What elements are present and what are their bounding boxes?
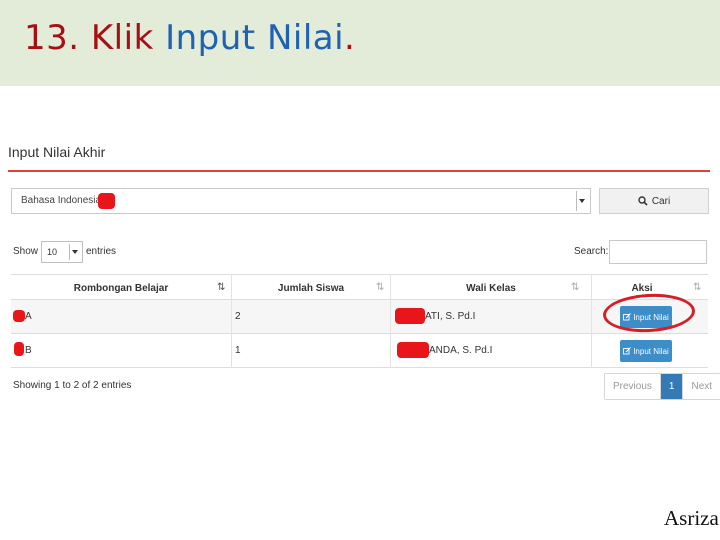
pagination: Previous 1 Next xyxy=(604,373,720,400)
input-nilai-label: Input Nilai xyxy=(633,346,669,356)
redaction-mark xyxy=(395,308,425,324)
search-icon xyxy=(638,196,648,206)
table-header-row: Rombongan Belajar ⇅ Jumlah Siswa ⇅ Wali … xyxy=(11,274,708,300)
title-period: . xyxy=(344,18,356,58)
edit-icon xyxy=(623,347,632,355)
instruction-verb: Klik xyxy=(90,18,154,58)
wali-cell: ATI, S. Pd.I xyxy=(425,311,476,322)
step-number: 13. xyxy=(24,18,80,58)
wali-cell: ANDA, S. Pd.I xyxy=(429,345,493,356)
table-row: B 1 ANDA, S. Pd.I Input Nilai xyxy=(11,334,708,368)
redaction-mark xyxy=(397,342,429,358)
pagination-next[interactable]: Next xyxy=(682,374,720,399)
jumlah-cell: 1 xyxy=(235,345,241,356)
rombel-cell: A xyxy=(25,311,32,322)
input-nilai-button[interactable]: Input Nilai xyxy=(620,340,672,362)
subject-select-value: Bahasa Indonesia - xyxy=(21,195,108,206)
page-length-value: 10 xyxy=(47,247,58,257)
sort-icon[interactable]: ⇅ xyxy=(217,282,225,293)
column-header-jumlah[interactable]: Jumlah Siswa xyxy=(232,275,390,301)
column-header-rombel[interactable]: Rombongan Belajar xyxy=(11,275,231,301)
column-divider xyxy=(390,274,391,368)
entries-label: entries xyxy=(86,246,117,257)
column-header-wali[interactable]: Wali Kelas xyxy=(391,275,591,301)
slide-header: 13. Klik Input Nilai. xyxy=(0,0,720,86)
show-label: Show xyxy=(13,246,39,257)
redaction-mark xyxy=(14,342,24,356)
subject-select[interactable]: Bahasa Indonesia - xyxy=(11,188,591,214)
caret-down-icon[interactable] xyxy=(69,244,80,260)
panel-title: Input Nilai Akhir xyxy=(8,144,106,160)
slide-title: 13. Klik Input Nilai. xyxy=(24,18,355,58)
instruction-target: Input Nilai xyxy=(165,18,345,58)
cari-button[interactable]: Cari xyxy=(599,188,709,214)
cari-label: Cari xyxy=(651,195,671,207)
panel-divider xyxy=(8,170,710,172)
table-info: Showing 1 to 2 of 2 entries xyxy=(13,380,132,391)
column-divider xyxy=(591,274,592,368)
sort-icon[interactable]: ⇅ xyxy=(376,282,384,293)
redaction-mark xyxy=(13,310,25,322)
pagination-page[interactable]: 1 xyxy=(659,374,683,399)
jumlah-cell: 2 xyxy=(235,311,241,322)
page-length-select[interactable]: 10 xyxy=(41,241,83,263)
column-divider xyxy=(231,274,232,368)
sort-icon[interactable]: ⇅ xyxy=(693,282,701,293)
rombel-cell: B xyxy=(25,345,32,356)
app-screenshot: Input Nilai Akhir Bahasa Indonesia - Car… xyxy=(0,120,720,470)
caret-down-icon[interactable] xyxy=(576,191,588,211)
pagination-previous[interactable]: Previous xyxy=(605,374,660,399)
search-label: Search: xyxy=(574,246,609,257)
sort-icon[interactable]: ⇅ xyxy=(571,282,579,293)
author-footer: Asriza xyxy=(664,506,719,530)
search-input[interactable] xyxy=(609,240,707,264)
redaction-mark xyxy=(98,193,115,209)
